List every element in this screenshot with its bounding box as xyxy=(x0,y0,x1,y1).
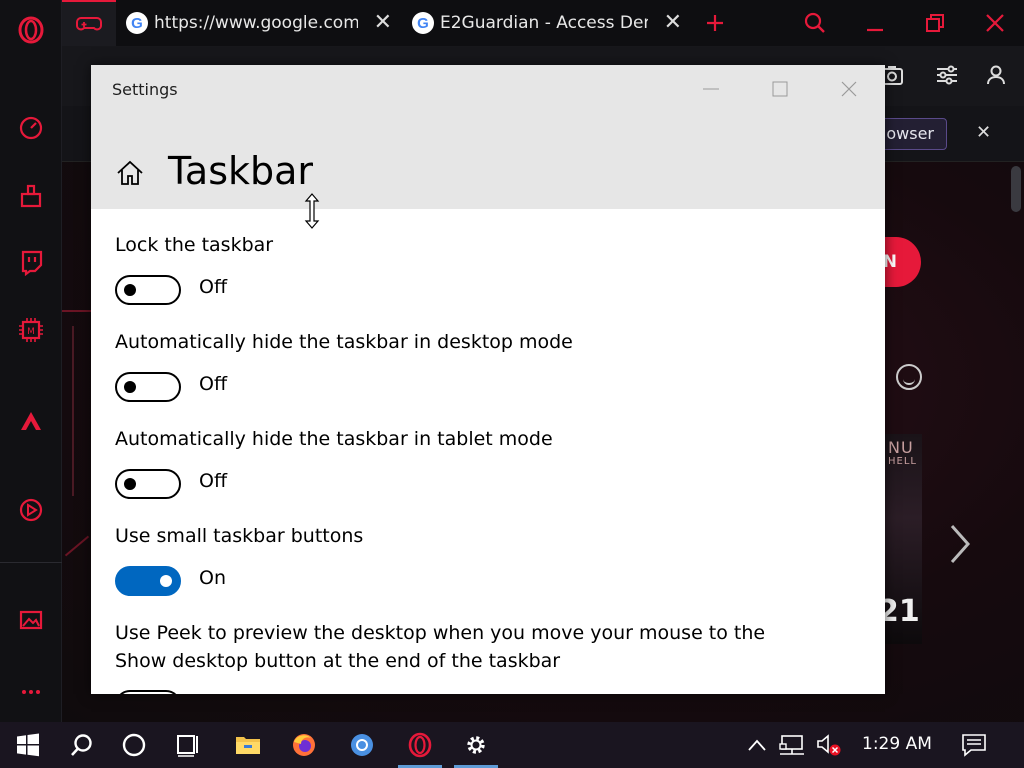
poster-text: NU xyxy=(888,438,914,457)
peek-toggle[interactable] xyxy=(115,690,181,694)
start-button[interactable] xyxy=(2,722,54,768)
browser-tab-google[interactable]: G https://www.google.com/ ✕ xyxy=(126,0,400,46)
autohide-desktop-toggle[interactable] xyxy=(115,372,181,402)
tab-title: https://www.google.com/ xyxy=(154,13,358,33)
infobar-close-icon[interactable]: ✕ xyxy=(976,122,991,143)
chrome-button[interactable] xyxy=(336,722,388,768)
maximize-icon xyxy=(772,81,788,97)
settings-window: Settings Taskbar Lock the taskbar Off Au… xyxy=(91,65,885,694)
show-hidden-icons-button[interactable] xyxy=(742,722,772,768)
gx-control-icon[interactable] xyxy=(13,110,49,146)
network-button[interactable] xyxy=(776,722,810,768)
close-browser-icon[interactable] xyxy=(978,6,1012,40)
minimize-browser-icon[interactable] xyxy=(858,6,892,40)
start-icon xyxy=(17,733,39,757)
cortana-button[interactable] xyxy=(108,722,160,768)
setting-label: Lock the taskbar xyxy=(115,234,274,256)
setting-label: Automatically hide the taskbar in deskto… xyxy=(115,331,573,353)
firefox-button[interactable] xyxy=(278,722,330,768)
page-scrollbar[interactable] xyxy=(1011,166,1021,212)
setting-small-buttons: Use small taskbar buttons On xyxy=(115,522,835,597)
toggle-state: Off xyxy=(199,470,228,492)
player-icon[interactable] xyxy=(13,492,49,528)
chrome-icon xyxy=(351,734,373,756)
decor-line xyxy=(72,326,74,496)
volume-button[interactable] xyxy=(812,722,846,768)
autohide-tablet-toggle[interactable] xyxy=(115,469,181,499)
carousel-next-icon[interactable] xyxy=(946,522,974,566)
window-title: Settings xyxy=(112,80,178,99)
opera-icon xyxy=(408,732,432,758)
browser-tab-e2guardian[interactable]: G E2Guardian - Access Denied ✕ xyxy=(412,0,690,46)
search-tabs-icon[interactable] xyxy=(798,6,832,40)
close-button[interactable] xyxy=(826,71,872,107)
gx-chip-icon[interactable]: M xyxy=(13,312,49,348)
gamepad-icon xyxy=(76,17,102,31)
gallery-icon[interactable] xyxy=(13,602,49,638)
file-explorer-icon xyxy=(236,737,260,754)
setting-label: Show desktop button at the end of the ta… xyxy=(115,650,561,672)
tab-title: E2Guardian - Access Denied xyxy=(440,13,648,33)
task-view-button[interactable] xyxy=(162,722,214,768)
search-button[interactable] xyxy=(56,722,108,768)
windows-taskbar: 1:29 AM xyxy=(0,722,1024,768)
setting-autohide-tablet: Automatically hide the taskbar in tablet… xyxy=(115,425,835,500)
settings-button[interactable] xyxy=(450,722,502,768)
task-view-icon xyxy=(177,735,198,757)
lock-taskbar-toggle[interactable] xyxy=(115,275,181,305)
setting-peek: Use Peek to preview the desktop when you… xyxy=(115,619,835,694)
gx-arrow-logo-icon[interactable] xyxy=(13,402,49,438)
opera-gx-button[interactable] xyxy=(394,722,446,768)
toggle-state: Off xyxy=(199,373,228,395)
close-tab-icon[interactable]: ✕ xyxy=(374,10,392,35)
decor-line xyxy=(62,310,92,312)
maximize-button[interactable] xyxy=(757,71,803,107)
settings-icon xyxy=(467,736,485,754)
poster-text: HELL xyxy=(888,456,917,467)
action-center-button[interactable] xyxy=(954,722,994,768)
gx-cleaner-icon[interactable] xyxy=(13,178,49,214)
cortana-icon xyxy=(122,733,146,757)
toggle-state: On xyxy=(199,567,226,589)
small-buttons-toggle[interactable] xyxy=(115,566,181,596)
firefox-icon xyxy=(293,734,315,756)
minimize-icon xyxy=(703,88,719,90)
setting-label: Automatically hide the taskbar in tablet… xyxy=(115,428,553,450)
sidebar-divider xyxy=(0,562,62,563)
chevron-up-icon xyxy=(748,739,766,751)
setting-lock-taskbar: Lock the taskbar Off xyxy=(115,231,835,306)
more-options-icon[interactable] xyxy=(13,674,49,710)
network-icon xyxy=(779,735,804,755)
file-explorer-button[interactable] xyxy=(222,722,274,768)
toggle-state: Off xyxy=(199,276,228,298)
minimize-button[interactable] xyxy=(688,71,734,107)
svg-text:M: M xyxy=(27,327,35,337)
twitch-icon[interactable] xyxy=(13,244,49,280)
setting-autohide-desktop: Automatically hide the taskbar in deskto… xyxy=(115,328,835,403)
google-icon: G xyxy=(412,12,434,34)
taskbar-clock[interactable]: 1:29 AM xyxy=(862,734,932,754)
google-icon: G xyxy=(126,12,148,34)
new-tab-icon[interactable] xyxy=(698,6,732,40)
volume-muted-icon xyxy=(817,734,841,756)
resize-cursor-icon xyxy=(304,193,320,229)
close-icon xyxy=(841,81,857,97)
restore-browser-icon[interactable] xyxy=(918,6,952,40)
easy-setup-icon[interactable] xyxy=(935,64,959,90)
setting-label: Use Peek to preview the desktop when you… xyxy=(115,622,766,644)
setting-label: Use small taskbar buttons xyxy=(115,525,364,547)
profile-icon[interactable] xyxy=(986,64,1006,90)
page-title: Taskbar xyxy=(168,149,314,193)
search-icon xyxy=(71,734,92,756)
gx-sidebar: M xyxy=(0,0,62,722)
close-tab-icon[interactable]: ✕ xyxy=(664,10,682,35)
home-icon[interactable] xyxy=(115,159,145,187)
notification-icon xyxy=(962,734,986,757)
emoji-icon[interactable] xyxy=(896,364,922,390)
opera-logo-icon[interactable] xyxy=(13,12,49,48)
gx-corner-tab[interactable] xyxy=(62,0,116,46)
